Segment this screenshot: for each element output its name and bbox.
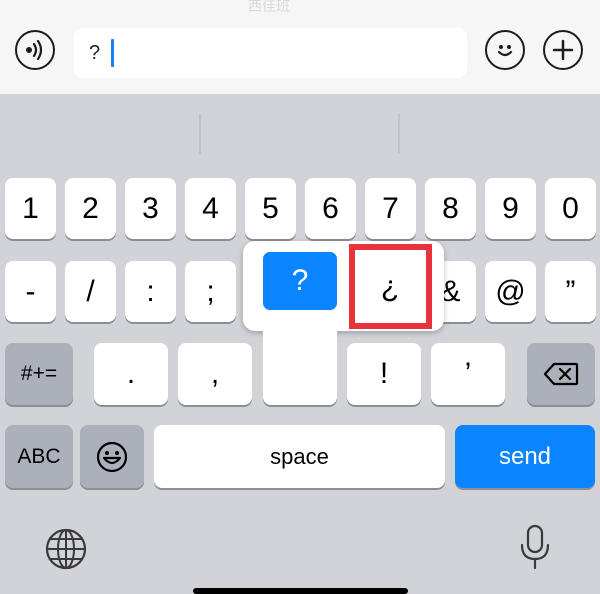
- highlight-box: [349, 244, 432, 329]
- popup-option-question[interactable]: ?: [263, 252, 337, 310]
- microphone-icon[interactable]: [518, 523, 552, 576]
- key-colon[interactable]: :: [125, 261, 176, 322]
- key-7[interactable]: 7: [365, 178, 416, 239]
- prediction-divider: [199, 114, 201, 154]
- backspace-icon: [543, 362, 579, 386]
- home-indicator: [193, 588, 408, 594]
- key-2[interactable]: 2: [65, 178, 116, 239]
- globe-icon[interactable]: [45, 528, 87, 575]
- key-semicolon[interactable]: ;: [185, 261, 236, 322]
- prediction-divider: [398, 114, 400, 154]
- key-exclamation[interactable]: !: [347, 343, 421, 405]
- key-4[interactable]: 4: [185, 178, 236, 239]
- popup-stem: [263, 320, 337, 405]
- key-comma[interactable]: ,: [178, 343, 252, 405]
- message-bar: 西佳班 ?: [0, 0, 600, 94]
- key-slash[interactable]: /: [65, 261, 116, 322]
- key-1[interactable]: 1: [5, 178, 56, 239]
- key-period[interactable]: .: [94, 343, 168, 405]
- key-quote[interactable]: ”: [545, 261, 596, 322]
- key-apostrophe[interactable]: ’: [431, 343, 505, 405]
- key-at[interactable]: @: [485, 261, 536, 322]
- abc-key[interactable]: ABC: [5, 425, 73, 488]
- key-3[interactable]: 3: [125, 178, 176, 239]
- key-8[interactable]: 8: [425, 178, 476, 239]
- key-6[interactable]: 6: [305, 178, 356, 239]
- key-9[interactable]: 9: [485, 178, 536, 239]
- key-hyphen[interactable]: -: [5, 261, 56, 322]
- smiley-icon[interactable]: [485, 30, 525, 70]
- voice-wave-icon[interactable]: [15, 30, 55, 70]
- emoji-icon: [96, 441, 128, 472]
- symbols-switch-key[interactable]: #+=: [5, 343, 73, 405]
- message-input-value: ?: [89, 42, 101, 64]
- key-0[interactable]: 0: [545, 178, 596, 239]
- plus-circle-icon[interactable]: [543, 30, 583, 70]
- emoji-key[interactable]: [80, 425, 144, 488]
- delete-key[interactable]: [527, 343, 595, 405]
- space-key[interactable]: space: [154, 425, 445, 488]
- message-input[interactable]: ?: [74, 28, 467, 78]
- key-5[interactable]: 5: [245, 178, 296, 239]
- text-caret: [111, 39, 114, 67]
- send-button[interactable]: send: [455, 425, 595, 488]
- watermark: 西佳班: [248, 0, 290, 14]
